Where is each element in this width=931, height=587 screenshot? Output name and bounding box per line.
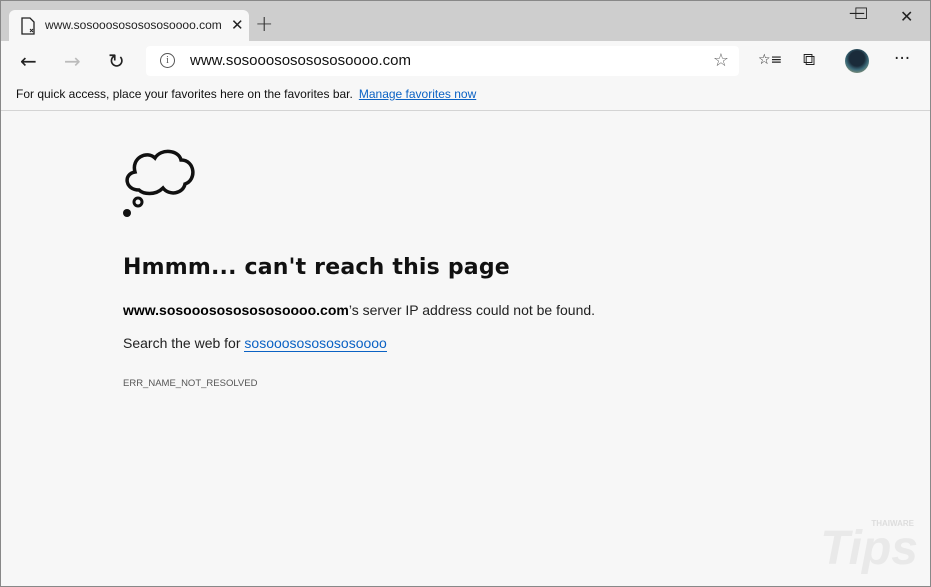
info-icon[interactable]: i [160, 53, 175, 68]
search-web-link[interactable]: sosooosososososoooo [244, 335, 387, 352]
back-button[interactable]: ← [20, 49, 37, 73]
collections-icon[interactable]: ⧉ [803, 50, 815, 70]
search-suggestion: Search the web for sosooosososososoooo [123, 335, 387, 352]
active-tab[interactable]: www.sosooosososososoooo.com ✕ [9, 10, 249, 42]
watermark-text: Tips [820, 522, 918, 575]
new-tab-button[interactable]: + [255, 12, 273, 37]
error-code: ERR_NAME_NOT_RESOLVED [123, 378, 258, 389]
tab-title: www.sosooosososososoooo.com [45, 18, 222, 32]
more-menu-button[interactable]: ··· [894, 49, 910, 69]
profile-avatar[interactable] [845, 49, 869, 73]
title-bar: www.sosooosososososoooo.com ✕ + — ☐ ✕ [1, 1, 930, 42]
add-favorite-star-icon[interactable]: ☆ [713, 50, 729, 71]
address-bar[interactable]: i www.sosooosososososoooo.com ☆ [146, 46, 739, 76]
address-url[interactable]: www.sosooosososososoooo.com [190, 52, 411, 69]
toolbar: ← → ↻ i www.sosooosososososoooo.com ☆ ☆≡… [1, 41, 930, 81]
error-page: Hmmm... can't reach this page www.sosooo… [1, 112, 930, 586]
refresh-button[interactable]: ↻ [108, 49, 125, 73]
page-error-icon [21, 17, 35, 39]
favorites-icon[interactable]: ☆≡ [758, 52, 782, 68]
error-host: www.sosooosososososoooo.com [123, 302, 349, 318]
favorites-bar: For quick access, place your favorites h… [1, 81, 930, 111]
forward-button[interactable]: → [64, 49, 81, 73]
manage-favorites-link[interactable]: Manage favorites now [359, 87, 476, 101]
watermark-logo: Tips THAIWARE [820, 519, 918, 576]
maximize-button[interactable]: ☐ [854, 4, 868, 23]
watermark-sub: THAIWARE [871, 519, 914, 528]
window-close-button[interactable]: ✕ [900, 7, 913, 26]
error-heading: Hmmm... can't reach this page [123, 255, 510, 280]
error-message-text: ’s server IP address could not be found. [348, 302, 596, 318]
tab-close-button[interactable]: ✕ [231, 16, 244, 34]
search-prefix: Search the web for [123, 335, 245, 351]
thought-cloud-icon [123, 149, 195, 217]
favorites-bar-text: For quick access, place your favorites h… [16, 87, 353, 101]
error-message: www.sosooosososososoooo.com’s server IP … [123, 302, 595, 318]
